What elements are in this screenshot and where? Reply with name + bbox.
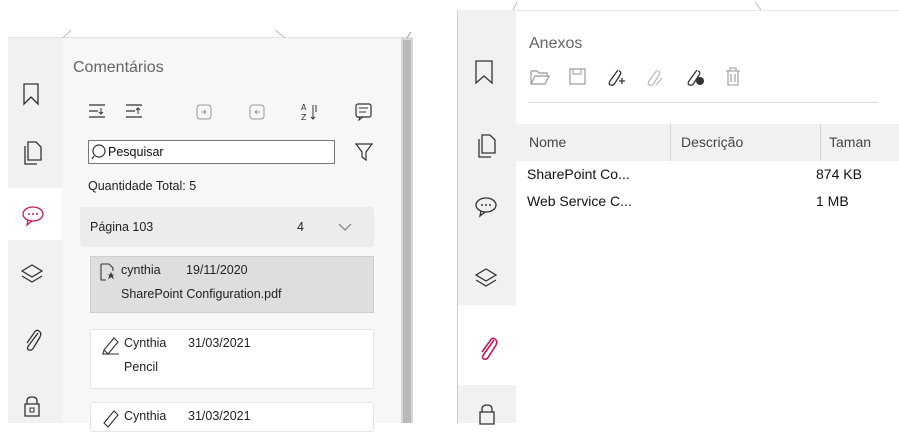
comment-text: SharePoint Configuration.pdf [121, 287, 282, 301]
open-icon[interactable] [530, 68, 550, 86]
delete-icon[interactable] [725, 67, 741, 87]
add-file-attachment-icon[interactable] [684, 66, 706, 88]
comment-date: 31/03/2021 [188, 409, 251, 423]
column-separator[interactable] [670, 124, 671, 161]
svg-text:Z: Z [301, 113, 307, 122]
search-icon [91, 144, 106, 160]
table-row[interactable]: Web Service C... 1 MB [516, 191, 899, 213]
attachment-comment-icon [100, 263, 115, 281]
attachment-size: 874 KB [816, 166, 862, 182]
pages-icon[interactable] [475, 133, 497, 159]
previous-icon[interactable] [249, 104, 265, 120]
security-icon[interactable] [478, 403, 496, 425]
summary-icon[interactable] [355, 103, 373, 122]
table-row[interactable]: SharePoint Co... 874 KB [516, 164, 899, 186]
page-group-count: 4 [297, 220, 304, 234]
expand-all-icon[interactable] [88, 103, 106, 119]
attachment-name: SharePoint Co... [527, 166, 630, 182]
pencil-icon [103, 410, 119, 428]
comment-date: 19/11/2020 [186, 263, 248, 277]
edit-attachment-icon[interactable] [644, 66, 664, 88]
column-header-name[interactable]: Nome [529, 134, 566, 150]
comment-author: cynthia [121, 263, 161, 277]
comments-scrollbar-thumb[interactable] [403, 40, 411, 423]
next-icon[interactable] [196, 104, 212, 120]
toolbar-divider [528, 102, 878, 103]
column-separator[interactable] [820, 124, 821, 161]
layers-icon[interactable] [20, 262, 44, 286]
comment-date: 31/03/2021 [188, 336, 251, 350]
attachments-icon[interactable] [21, 325, 43, 353]
comment-text: Pencil [124, 360, 159, 374]
tab-strip-decoration [512, 1, 762, 11]
pages-icon[interactable] [21, 140, 43, 166]
bookmark-icon[interactable] [22, 82, 40, 106]
column-header-size[interactable]: Taman [829, 134, 871, 150]
attachment-name: Web Service C... [527, 193, 632, 209]
security-icon[interactable] [23, 395, 41, 419]
comments-panel-title: Comentários [73, 59, 164, 76]
comment-author: Cynthia [124, 409, 167, 423]
add-attachment-icon[interactable] [605, 66, 625, 88]
layers-icon[interactable] [474, 266, 498, 290]
chevron-down-icon[interactable] [338, 222, 352, 232]
filter-icon[interactable] [354, 142, 374, 162]
attachments-icon[interactable] [476, 332, 498, 362]
save-icon[interactable] [569, 68, 587, 86]
comment-author: Cynthia [124, 336, 167, 350]
attachment-size: 1 MB [816, 193, 849, 209]
column-header-description[interactable]: Descrição [681, 134, 743, 150]
total-count-label: Quantidade Total: 5 [88, 179, 197, 193]
search-placeholder: Pesquisar [108, 145, 164, 159]
sort-icon[interactable]: A Z [301, 102, 319, 122]
collapse-all-icon[interactable] [125, 103, 143, 119]
page-group-label: Página 103 [90, 220, 154, 234]
comments-icon[interactable] [21, 205, 45, 227]
attachments-panel-title: Anexos [529, 35, 583, 52]
comments-icon[interactable] [474, 195, 498, 219]
pencil-icon [102, 337, 119, 355]
bookmark-icon[interactable] [474, 59, 494, 85]
svg-text:A: A [301, 103, 307, 112]
